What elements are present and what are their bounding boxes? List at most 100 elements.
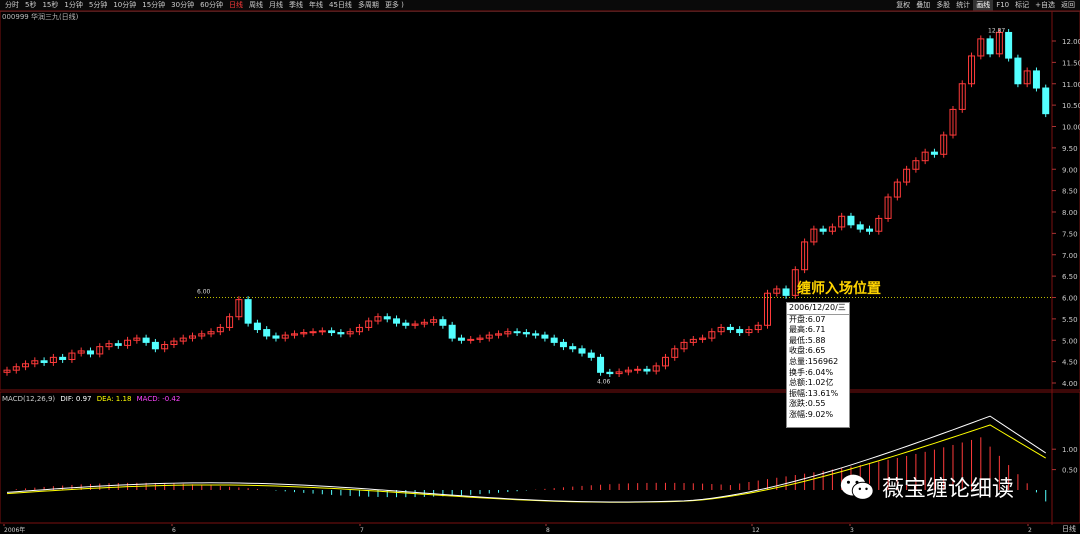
popup-row-0: 开盘:6.07 [789,314,826,324]
time-tick-2: 7 [360,527,364,534]
price-tick-label-1: 11.50 [1062,59,1080,67]
candle-body-35 [328,330,336,334]
price-tick-label-8: 8.00 [1062,209,1078,217]
candle-body-63 [587,352,595,358]
macd-tick-label-0: 1.00 [1062,446,1078,454]
candle-body-12 [114,343,122,346]
time-tick-0: 2006年 [4,526,25,534]
candle-body-33 [309,331,317,334]
candle-body-56 [522,332,530,335]
price-tick-label-14: 5.00 [1062,337,1078,345]
time-tick-3: 8 [546,527,550,534]
label-high-left: 6.00 [197,288,211,295]
price-tick-label-9: 7.50 [1062,230,1078,238]
popup-row-1: 最高:6.71 [789,325,826,335]
candle-body-61 [569,346,577,350]
time-tick-6: 2 [1028,527,1032,534]
candle-body-55 [513,331,521,334]
macd-label: MACD: -0.42 [136,395,181,403]
watermark: 薇宝缠论细读 [838,468,1014,506]
wechat-icon [840,474,874,500]
candle-body-6 [59,356,67,360]
candle-body-68 [634,368,642,371]
price-tick-label-6: 9.00 [1062,166,1078,174]
kline-chart[interactable]: 12.00 11.50 11.00 10.50 10.00 9.50 9.00 8.50 8.0… [0,0,1080,534]
popup-row-8: 涨跌:0.55 [789,399,826,409]
label-low: 4.06 [597,378,611,385]
price-tick-label-12: 6.00 [1062,295,1078,303]
watermark-text: 薇宝缠论细读 [882,477,1015,502]
price-tick-label-15: 4.50 [1062,359,1078,367]
candle-body-100 [930,151,938,155]
price-tick-label-7: 8.50 [1062,188,1078,196]
popup-row-6: 总额:1.02亿 [789,378,834,388]
macd-legend: MACD(12,26,9) DIF: 0.97 DEA: 1.18 MACD: … [2,395,180,403]
price-tick-label-3: 10.50 [1062,102,1080,110]
candle-body-112 [1042,87,1050,115]
macd-tick-label-1: 0.50 [1062,467,1078,475]
candle-body-27 [253,322,261,331]
candle-body-64 [597,356,605,373]
price-tick-label-5: 9.50 [1062,145,1078,153]
candle-body-78 [726,326,734,331]
candle-body-88 [819,228,827,232]
candle-body-16 [151,341,159,350]
price-tick-label-2: 11.00 [1062,81,1080,89]
time-tick-5: 3 [850,527,854,534]
candle-body-106 [986,38,994,55]
candle-body-111 [1032,70,1040,89]
candle-body-57 [532,333,540,336]
popup-row-3: 收盘:6.65 [789,346,826,356]
candle-body-69 [643,368,651,372]
candle-body-79 [736,329,744,334]
candle-body-42 [393,318,401,324]
candle-body-43 [402,322,410,326]
popup-row-9: 涨幅:9.02% [789,409,834,419]
time-tick-4: 12 [752,527,760,534]
price-tick-label-4: 10.00 [1062,124,1080,132]
candle-body-59 [550,337,558,343]
candle-body-60 [559,341,567,348]
candle-body-41 [383,316,391,320]
bar-info-popup: 2006/12/20/三 开盘:6.07 最高:6.71 最低:5.88 收盘:6.6… [786,302,850,428]
candle-body-49 [457,337,465,341]
candle-body-92 [856,224,864,230]
price-tick-label-13: 5.50 [1062,316,1078,324]
macd-title: MACD(12,26,9) [2,395,56,403]
price-tick-label-11: 6.50 [1062,273,1078,281]
candle-body-93 [866,228,874,232]
candle-body-26 [244,299,252,324]
popup-date: 2006/12/20/三 [787,303,849,315]
candle-body-29 [272,335,280,339]
price-tick-label-0: 12.00 [1062,38,1080,46]
entry-annotation: 缠师入场位置 [797,281,881,297]
popup-row-4: 总量:156962 [789,356,839,366]
candle-body-84 [782,288,790,296]
time-tick-1: 6 [172,527,176,534]
candle-body-9 [86,350,94,355]
popup-row-5: 换手:6.04% [789,367,834,377]
candle-body-109 [1014,57,1022,85]
candle-body-48 [448,324,456,339]
dif-label: DIF: 0.97 [60,395,92,403]
price-tick-label-16: 4.00 [1062,380,1078,388]
popup-row-2: 最低:5.88 [789,335,826,345]
label-high-right: 12.87 [988,27,1005,34]
candle-body-28 [263,329,271,337]
period-label: 日线 [1062,525,1076,533]
price-panel-frame [0,10,1080,391]
candle-body-4 [40,360,48,363]
price-tick-label-10: 7.00 [1062,252,1078,260]
candle-body-50 [467,338,475,341]
candle-body-47 [439,319,447,326]
candle-body-62 [578,348,586,354]
popup-row-7: 振幅:13.61% [789,388,839,398]
candle-body-34 [318,330,326,333]
candle-body-91 [847,215,855,226]
candle-body-65 [606,371,614,375]
candle-body-108 [1005,31,1013,59]
candle-body-36 [337,332,345,335]
dea-label: DEA: 1.18 [96,395,132,403]
candle-body-58 [541,334,549,339]
candle-body-15 [142,337,150,343]
